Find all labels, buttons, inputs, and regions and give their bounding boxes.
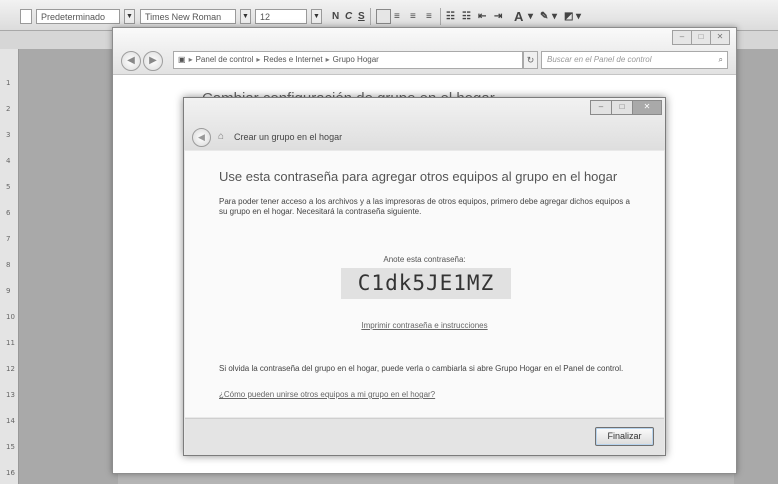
search-input[interactable]: Buscar en el Panel de control ⌕: [541, 51, 728, 69]
search-icon[interactable]: ⌕: [719, 52, 723, 68]
dialog-heading: Use esta contraseña para agregar otros e…: [219, 169, 618, 184]
numbered-list-icon[interactable]: ☷: [446, 9, 455, 24]
ruler-mark: 12: [6, 365, 15, 373]
close-button[interactable]: ✕: [710, 30, 730, 45]
ruler-mark: 1: [6, 79, 11, 87]
font-size-select[interactable]: 12: [255, 9, 307, 24]
password-label: Anote esta contraseña:: [383, 255, 466, 264]
maximize-button[interactable]: □: [611, 100, 633, 115]
ruler-mark: 6: [6, 209, 11, 217]
homegroup-icon: ⌂: [218, 131, 225, 142]
password-display: C1dk5JE1MZ: [341, 268, 511, 299]
toolbar-separator: [440, 8, 441, 25]
shading-icon[interactable]: ◩: [564, 9, 573, 24]
font-color-icon[interactable]: A: [514, 9, 523, 24]
dialog-body: Use esta contraseña para agregar otros e…: [185, 151, 664, 417]
ruler-mark: 5: [6, 183, 11, 191]
document-page-right: [734, 49, 778, 484]
underline-button[interactable]: S: [358, 9, 365, 24]
increase-indent-icon[interactable]: ⇥: [494, 9, 502, 24]
minimize-button[interactable]: –: [672, 30, 692, 45]
vertical-ruler: 1 2 3 4 5 6 7 8 9 10 11 12 13 14 15 16: [0, 49, 19, 484]
bulleted-list-icon[interactable]: ☷: [462, 9, 471, 24]
window-chrome: – □ ✕ ◀ ▶ ▣ ▸ Panel de control ▸ Redes e Int…: [113, 28, 736, 75]
ruler-mark: 10: [6, 313, 15, 321]
forward-arrow-icon[interactable]: ▶: [143, 51, 163, 71]
font-dropdown-icon[interactable]: ▼: [240, 9, 251, 24]
style-dropdown-icon[interactable]: ▼: [124, 9, 135, 24]
style-select[interactable]: Predeterminado: [36, 9, 120, 24]
font-select[interactable]: Times New Roman: [140, 9, 236, 24]
align-left-icon[interactable]: [376, 9, 391, 24]
toolbar-separator: [370, 8, 371, 25]
breadcrumb-item[interactable]: Panel de control: [196, 55, 254, 64]
print-password-link[interactable]: Imprimir contraseña e instrucciones: [185, 321, 664, 330]
font-color-dropdown-icon[interactable]: ▾: [528, 9, 533, 24]
dialog-title: Crear un grupo en el hogar: [234, 132, 343, 142]
breadcrumb-item[interactable]: Grupo Hogar: [333, 55, 379, 64]
justify-icon[interactable]: ≡: [426, 9, 432, 24]
refresh-icon[interactable]: ↻: [523, 51, 538, 69]
ruler-mark: 16: [6, 469, 15, 477]
document-page-left: [18, 49, 118, 484]
bold-button[interactable]: N: [332, 9, 339, 24]
forgot-password-text: Si olvida la contraseña del grupo en el …: [219, 364, 624, 373]
address-bar[interactable]: ▣ ▸ Panel de control ▸ Redes e Internet ▸ Grup…: [173, 51, 523, 69]
search-placeholder: Buscar en el Panel de control: [547, 55, 652, 64]
highlight-dropdown-icon[interactable]: ▾: [552, 9, 557, 24]
window-buttons: – □ ✕: [672, 30, 730, 45]
help-link[interactable]: ¿Cómo pueden unirse otros equipos a mi g…: [219, 390, 435, 399]
dialog-header: – □ ✕ ◀ ⌂ Crear un grupo en el hogar: [184, 98, 665, 150]
ruler-mark: 7: [6, 235, 11, 243]
ruler-mark: 3: [6, 131, 11, 139]
styles-pane-icon[interactable]: [20, 9, 32, 24]
breadcrumb-item[interactable]: Redes e Internet: [263, 55, 322, 64]
homegroup-dialog: – □ ✕ ◀ ⌂ Crear un grupo en el hogar Use…: [183, 97, 666, 456]
italic-button[interactable]: C: [345, 9, 352, 24]
ruler-mark: 14: [6, 417, 15, 425]
minimize-button[interactable]: –: [590, 100, 612, 115]
decrease-indent-icon[interactable]: ⇤: [478, 9, 486, 24]
highlight-icon[interactable]: ✎: [540, 9, 548, 24]
ruler-mark: 2: [6, 105, 11, 113]
intro-text: Para poder tener acceso a los archivos y…: [219, 197, 630, 216]
ruler-mark: 4: [6, 157, 11, 165]
back-arrow-icon[interactable]: ◀: [192, 128, 211, 147]
ruler-mark: 8: [6, 261, 11, 269]
dialog-window-buttons: – □ ✕: [590, 100, 662, 115]
shading-dropdown-icon[interactable]: ▾: [576, 9, 581, 24]
maximize-button[interactable]: □: [691, 30, 711, 45]
finish-button[interactable]: Finalizar: [595, 427, 654, 446]
control-panel-icon: ▣: [178, 55, 186, 64]
back-arrow-icon[interactable]: ◀: [121, 51, 141, 71]
dialog-footer: Finalizar: [185, 418, 664, 455]
close-button[interactable]: ✕: [632, 100, 662, 115]
align-right-icon[interactable]: ≡: [410, 9, 416, 24]
ruler-mark: 9: [6, 287, 11, 295]
size-dropdown-icon[interactable]: ▼: [311, 9, 322, 24]
align-center-icon[interactable]: ≡: [394, 9, 400, 24]
ruler-mark: 15: [6, 443, 15, 451]
ruler-mark: 11: [6, 339, 15, 347]
ruler-mark: 13: [6, 391, 15, 399]
